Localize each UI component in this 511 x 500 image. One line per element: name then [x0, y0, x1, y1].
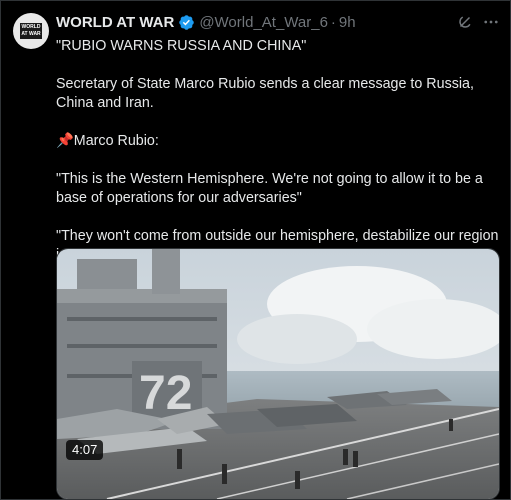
avatar-text-line-1: WORLD	[21, 24, 41, 30]
author-handle[interactable]: @World_At_War_6	[199, 14, 328, 31]
separator-dot: ·	[330, 13, 336, 31]
tweet-line-headline: "RUBIO WARNS RUSSIA AND CHINA"	[56, 38, 307, 54]
author-name[interactable]: WORLD AT WAR	[56, 14, 174, 31]
video-player[interactable]: 72	[56, 248, 500, 500]
avatar-logo: WORLD AT WAR	[20, 23, 42, 39]
video-duration-badge: 4:07	[66, 440, 104, 460]
hull-number: 72	[139, 367, 192, 420]
timestamp[interactable]: 9h	[339, 14, 356, 31]
tweet-text: "RUBIO WARNS RUSSIA AND CHINA" Secretary…	[56, 37, 504, 265]
video-thumbnail: 72	[57, 249, 499, 499]
tweet-line-speaker: 📌Marco Rubio:	[56, 133, 159, 149]
grok-icon[interactable]	[456, 13, 474, 31]
avatar[interactable]: WORLD AT WAR	[13, 13, 49, 49]
verified-badge-icon[interactable]	[178, 14, 195, 31]
tweet-header: WORLD AT WAR @World_At_War_6 · 9h	[56, 12, 356, 32]
tweet-line-quote-1: "This is the Western Hemisphere. We're n…	[56, 171, 483, 206]
tweet-line-summary: Secretary of State Marco Rubio sends a c…	[56, 76, 474, 111]
more-icon[interactable]	[482, 13, 500, 31]
avatar-text-line-2: AT WAR	[21, 31, 41, 37]
